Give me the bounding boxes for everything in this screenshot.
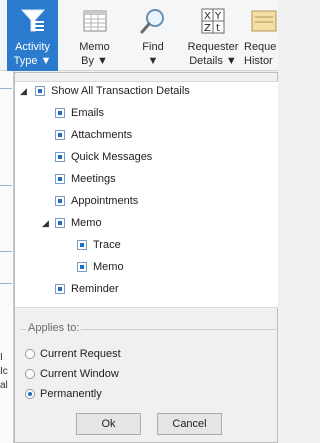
requester-details-button[interactable]: X Y Z t Requester Details ▼: [184, 0, 242, 71]
request-history-label: Reque: [244, 41, 277, 53]
svg-text:X: X: [204, 11, 211, 22]
request-history-sublabel: Histor: [244, 55, 273, 67]
bg-row-line: [0, 283, 12, 284]
bg-text: al: [0, 380, 8, 391]
bg-text: Ic: [0, 366, 8, 377]
checkbox[interactable]: [55, 196, 65, 206]
tree-item-label: Appointments: [71, 195, 139, 207]
tree-item-label: Memo: [93, 261, 124, 273]
transaction-tree: ◢ Show All Transaction Details Emails At…: [15, 81, 278, 308]
radio-dot[interactable]: [25, 389, 35, 399]
tree-item-label: Quick Messages: [71, 151, 153, 163]
svg-text:Y: Y: [214, 11, 222, 22]
requester-details-sublabel: Details ▼: [189, 55, 237, 67]
checkbox[interactable]: [55, 130, 65, 140]
funnel-icon: [20, 9, 45, 32]
tree-item-label: Meetings: [71, 173, 116, 185]
activity-type-dropdown: ◢ Show All Transaction Details Emails At…: [14, 72, 278, 443]
find-sublabel: ▼: [147, 55, 159, 67]
checkbox[interactable]: [55, 108, 65, 118]
checkbox[interactable]: [55, 152, 65, 162]
cancel-button[interactable]: Cancel: [157, 413, 222, 435]
tree-item-label: Memo: [71, 217, 102, 229]
ribbon-toolbar: Activity Type ▼ Memo By ▼ Find ▼ X Y Z t…: [0, 0, 278, 71]
checkbox[interactable]: [35, 86, 45, 96]
bg-row-line: [0, 251, 12, 252]
memo-by-label: Memo: [79, 41, 110, 53]
bg-row-line: [0, 88, 12, 89]
memo-by-sublabel: By ▼: [81, 55, 108, 67]
memo-grid-icon: [83, 10, 106, 32]
checkbox[interactable]: [55, 174, 65, 184]
radio-dot[interactable]: [25, 349, 35, 359]
radio-label: Current Request: [40, 348, 121, 360]
memo-by-button[interactable]: Memo By ▼: [72, 0, 117, 71]
find-label: Find: [142, 41, 164, 53]
radio-dot[interactable]: [25, 369, 35, 379]
magnifier-icon: [140, 9, 164, 34]
tree-item-label: Trace: [93, 239, 121, 251]
background-window: I Ic al: [0, 71, 14, 443]
tree-item-label: Reminder: [71, 283, 119, 295]
xyz-sort-icon: X Y Z t: [201, 8, 225, 34]
tree-item-label: Show All Transaction Details: [51, 85, 190, 97]
applies-to-title: Applies to:: [26, 322, 82, 334]
activity-type-button[interactable]: Activity Type ▼: [7, 0, 58, 71]
ok-button[interactable]: Ok: [76, 413, 141, 435]
checkbox[interactable]: [77, 240, 87, 250]
find-button[interactable]: Find ▼: [133, 0, 173, 71]
tree-item-label: Emails: [71, 107, 105, 119]
activity-type-sublabel: Type ▼: [13, 55, 52, 67]
checkbox[interactable]: [55, 218, 65, 228]
applies-to-group: Applies to: Current Request Current Wind…: [20, 322, 278, 407]
radio-label: Current Window: [40, 368, 119, 380]
collapse-arrow-icon[interactable]: ◢: [20, 81, 27, 101]
activity-type-label: Activity: [15, 41, 50, 53]
bg-text: I: [0, 352, 3, 363]
request-history-button[interactable]: Reque Histor: [244, 0, 284, 71]
requester-details-label: Requester: [187, 41, 239, 53]
radio-label: Permanently: [40, 388, 102, 400]
collapse-arrow-icon[interactable]: ◢: [42, 213, 49, 233]
bg-row-line: [0, 185, 12, 186]
tree-item-label: Attachments: [71, 129, 133, 141]
checkbox[interactable]: [55, 284, 65, 294]
svg-text:t: t: [216, 23, 220, 34]
checkbox[interactable]: [77, 262, 87, 272]
svg-text:Z: Z: [204, 23, 211, 34]
history-icon: [251, 10, 277, 32]
